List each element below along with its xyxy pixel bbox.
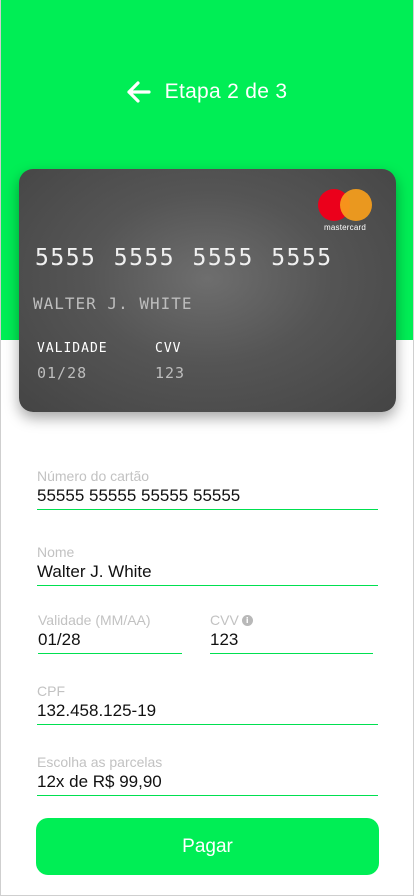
installments-select[interactable] [37,770,378,796]
mastercard-logo: mastercard [318,189,372,232]
card-number-input[interactable] [37,484,378,510]
credit-card-preview: mastercard 5555 5555 5555 5555 WALTER J.… [19,169,396,412]
mastercard-wordmark: mastercard [323,223,366,232]
card-number-label: Número do cartão [37,468,150,484]
card-cvv-label: CVV [155,341,182,356]
step-title: Etapa 2 de 3 [164,80,288,103]
expiry-label: Validade (MM/AA) [38,612,151,628]
card-number-field: Número do cartão [37,468,378,510]
mastercard-orange-circle [340,189,372,221]
cvv-input[interactable] [210,628,373,654]
cpf-label: CPF [37,683,65,699]
expiry-field: Validade (MM/AA) [38,612,182,654]
back-button[interactable] [127,80,151,104]
arrow-left-icon [127,81,151,103]
cpf-field: CPF [37,683,378,725]
pay-button[interactable]: Pagar [36,818,379,875]
card-expiry-label: VALIDADE [37,341,108,356]
cpf-input[interactable] [37,699,378,725]
card-expiry-display: 01/28 [37,364,88,382]
name-label: Nome [37,544,75,560]
expiry-input[interactable] [38,628,182,654]
name-input[interactable] [37,560,378,586]
card-cvv-display: 123 [155,364,186,382]
card-number-display: 5555 5555 5555 5555 [35,245,333,271]
installments-label: Escolha as parcelas [37,754,163,770]
cvv-field: CVV i [210,612,373,654]
info-icon[interactable]: i [241,614,253,626]
header: Etapa 2 de 3 [0,78,414,106]
name-field: Nome [37,544,378,586]
cvv-label: CVV [210,612,239,628]
card-holder-display: WALTER J. WHITE [33,294,193,313]
cvv-label-row: CVV i [210,612,373,628]
installments-field: Escolha as parcelas [37,754,378,796]
